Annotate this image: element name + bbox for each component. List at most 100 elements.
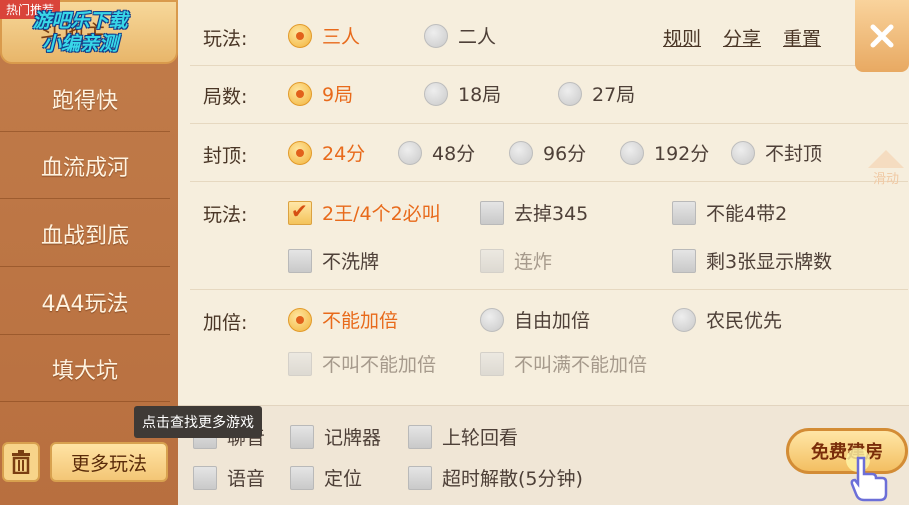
play-check-two-jokers[interactable]: 2王/4个2必叫 [288, 199, 441, 226]
option-label: 超时解散(5分钟) [442, 468, 583, 490]
sidebar-item-4a4[interactable]: 4A4玩法 [0, 269, 170, 335]
radio-icon [672, 307, 696, 332]
rounds-option-9[interactable]: 9局 [288, 80, 353, 107]
sidebar-item-xuezhan[interactable]: 血战到底 [0, 201, 170, 267]
checkbox-disabled-icon [480, 248, 504, 273]
radio-selected-icon [288, 307, 312, 332]
option-label: 192分 [654, 143, 710, 165]
play-check-show-card-count[interactable]: 剩3张显示牌数 [672, 247, 832, 274]
scroll-hint-label: 滑动 [872, 172, 899, 187]
watermark-line: 小编亲测 [41, 33, 118, 55]
sidebar-item-tiandakeng[interactable]: 填大坑 [0, 336, 170, 402]
checkbox-icon [480, 200, 504, 225]
close-icon [870, 24, 894, 48]
double-label: 加倍: [203, 312, 248, 334]
play-check-remove-345[interactable]: 去掉345 [480, 199, 588, 226]
bottom-check-location[interactable]: 定位 [290, 464, 362, 491]
option-label: 96分 [543, 143, 587, 165]
bottom-check-timeout-dismiss[interactable]: 超时解散(5分钟) [408, 464, 583, 491]
checkbox-icon [408, 465, 432, 490]
option-label: 自由加倍 [514, 310, 591, 332]
delete-button[interactable] [2, 442, 40, 482]
checkbox-disabled-icon [480, 351, 504, 376]
sidebar-item-xueliu[interactable]: 血流成河 [0, 133, 170, 199]
option-label: 不叫满不能加倍 [514, 354, 648, 376]
checkbox-icon [672, 200, 696, 225]
checkbox-icon [288, 248, 312, 273]
option-label: 农民优先 [706, 310, 783, 332]
divider [190, 123, 908, 124]
cap-option-24[interactable]: 24分 [288, 139, 365, 166]
option-label: 2王/4个2必叫 [322, 203, 441, 225]
checkbox-checked-icon [288, 199, 312, 225]
reset-link[interactable]: 重置 [783, 24, 821, 51]
checkbox-icon [408, 424, 432, 449]
radio-icon [731, 140, 755, 165]
option-label: 语音 [227, 468, 266, 490]
option-label: 去掉345 [514, 203, 589, 225]
option-label: 9局 [322, 84, 354, 106]
close-button[interactable] [855, 0, 909, 72]
more-games-tooltip: 点击查找更多游戏 [134, 406, 262, 438]
radio-icon [480, 307, 504, 332]
more-games-label: 更多玩法 [70, 452, 147, 475]
scroll-hint: 滑动 [866, 150, 906, 200]
divider [190, 289, 908, 290]
more-games-button[interactable]: 更多玩法 [50, 442, 168, 482]
cap-option-unlimited[interactable]: 不封顶 [731, 139, 822, 166]
radio-icon [558, 81, 582, 106]
rounds-label: 局数: [203, 86, 248, 108]
sidebar-item-label: 血战到底 [40, 223, 129, 249]
mode-option-two[interactable]: 二人 [424, 22, 496, 49]
checkbox-icon [672, 248, 696, 273]
watermark-line: 游吧乐下载 [32, 10, 128, 32]
option-label: 剩3张显示牌数 [706, 251, 833, 273]
rounds-option-18[interactable]: 18局 [424, 80, 501, 107]
play-check-no-shuffle[interactable]: 不洗牌 [288, 247, 379, 274]
option-label: 上轮回看 [442, 427, 519, 449]
mode-option-three[interactable]: 三人 [288, 22, 360, 49]
cap-option-96[interactable]: 96分 [509, 139, 586, 166]
radio-icon [398, 140, 422, 165]
bottom-check-voice[interactable]: 语音 [193, 464, 265, 491]
rules-link[interactable]: 规则 [663, 24, 701, 51]
double-option-farmer-first[interactable]: 农民优先 [672, 306, 782, 333]
option-label: 记牌器 [324, 427, 382, 449]
double-check-no-call: 不叫不能加倍 [288, 350, 436, 377]
play-check-bomb-chain: 连炸 [480, 247, 552, 274]
sidebar-item-label: 跑得快 [51, 88, 118, 114]
divider [190, 181, 908, 182]
radio-icon [424, 23, 448, 48]
bottom-check-card-counter[interactable]: 记牌器 [290, 423, 381, 450]
radio-icon [424, 81, 448, 106]
double-option-none[interactable]: 不能加倍 [288, 306, 398, 333]
watermark: 游吧乐下载 小编亲测 [10, 10, 150, 56]
cap-option-48[interactable]: 48分 [398, 139, 475, 166]
rounds-option-27[interactable]: 27局 [558, 80, 635, 107]
double-option-free[interactable]: 自由加倍 [480, 306, 590, 333]
sidebar-item-label: 填大坑 [51, 358, 118, 384]
double-check-no-full-call: 不叫满不能加倍 [480, 350, 647, 377]
sidebar-item-paodekuai[interactable]: 跑得快 [0, 66, 170, 132]
mode-label: 玩法: [203, 28, 248, 50]
option-label: 二人 [458, 26, 497, 48]
bottom-check-replay[interactable]: 上轮回看 [408, 423, 518, 450]
option-label: 连炸 [514, 251, 553, 273]
scroll-up-icon [868, 150, 904, 168]
option-label: 三人 [322, 26, 361, 48]
checkbox-disabled-icon [288, 351, 312, 376]
option-label: 不封顶 [765, 143, 823, 165]
sidebar-item-label: 4A4玩法 [41, 291, 129, 317]
pointing-hand-icon [846, 448, 888, 502]
radio-selected-icon [288, 23, 312, 48]
option-label: 定位 [324, 468, 363, 490]
cap-option-192[interactable]: 192分 [620, 139, 709, 166]
share-link[interactable]: 分享 [723, 24, 761, 51]
checkbox-icon [290, 424, 314, 449]
option-label: 不能加倍 [322, 310, 399, 332]
option-label: 不洗牌 [322, 251, 380, 273]
divider [190, 65, 908, 66]
radio-icon [509, 140, 533, 165]
play-check-no-4-with-2[interactable]: 不能4带2 [672, 199, 787, 226]
radio-selected-icon [288, 140, 312, 165]
